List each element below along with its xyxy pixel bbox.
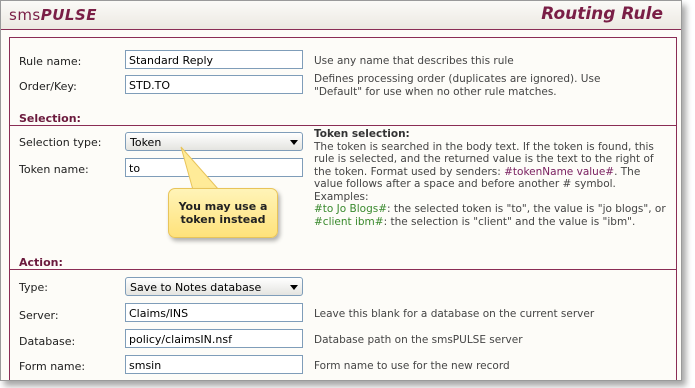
selection-heading: Selection: — [19, 112, 81, 125]
database-desc: Database path on the smsPULSE server — [314, 334, 523, 346]
server-label: Server: — [19, 309, 59, 322]
routing-rule-window: smsPULSE Routing Rule Rule name: Standar… — [0, 0, 682, 381]
order-key-input[interactable]: STD.TO — [125, 75, 303, 94]
rule-name-input[interactable]: Standard Reply — [125, 50, 303, 69]
form-name-desc: Form name to use for the new record — [314, 360, 510, 372]
selection-divider — [10, 125, 676, 126]
order-key-label: Order/Key: — [19, 80, 77, 93]
rule-name-label: Rule name: — [19, 55, 82, 68]
server-desc: Leave this blank for a database on the c… — [314, 308, 595, 320]
token-help-title: Token selection: — [314, 128, 410, 140]
help-example-1-code: #to Jo Blogs# — [314, 203, 388, 215]
callout-line-2: token instead — [180, 213, 266, 226]
database-input[interactable]: policy/claimsIN.nsf — [125, 329, 303, 348]
app-logo: smsPULSE — [9, 6, 97, 24]
rule-form: Rule name: Standard Reply Use any name t… — [9, 37, 677, 380]
chevron-down-icon — [290, 140, 298, 145]
callout-pointer — [180, 146, 221, 191]
order-key-desc-line1: Defines processing order (duplicates are… — [314, 73, 601, 85]
chevron-down-icon — [290, 285, 298, 290]
selection-type-value: Token — [130, 136, 162, 149]
callout-tooltip: You may use a token instead — [168, 188, 278, 238]
help-example-2-code: #client ibm# — [314, 215, 384, 228]
form-name-label: Form name: — [19, 360, 86, 373]
action-heading: Action: — [19, 256, 63, 269]
action-type-select[interactable]: Save to Notes database — [125, 277, 303, 296]
token-help: Token selection: The token is searched i… — [314, 128, 669, 228]
token-help-examples: #to Jo Blogs#: the selected token is "to… — [314, 203, 669, 228]
help-token-format: #tokenName value# — [504, 165, 615, 178]
help-example-1-text: : the selected token is "to", the value … — [387, 203, 666, 215]
logo-text-pulse: PULSE — [40, 6, 98, 24]
database-label: Database: — [19, 335, 76, 348]
token-name-label: Token name: — [19, 163, 89, 176]
action-type-value: Save to Notes database — [130, 281, 262, 294]
order-key-desc-line2: "Default" for use when no other rule mat… — [314, 86, 557, 98]
help-example-2-text: : the selection is "client" and the valu… — [383, 215, 636, 228]
logo-text-sms: sms — [9, 6, 41, 24]
token-help-paragraph: The token is searched in the body text. … — [314, 141, 669, 204]
page-title: Routing Rule — [541, 4, 663, 24]
header-bar: smsPULSE Routing Rule — [1, 1, 681, 30]
server-input[interactable]: Claims/INS — [125, 303, 303, 322]
callout-line-1: You may use a — [178, 200, 268, 213]
selection-type-label: Selection type: — [19, 136, 102, 149]
action-type-label: Type: — [19, 281, 48, 294]
action-divider — [10, 269, 676, 270]
rule-name-desc: Use any name that describes this rule — [314, 55, 514, 67]
form-name-input[interactable]: smsin — [125, 355, 303, 374]
